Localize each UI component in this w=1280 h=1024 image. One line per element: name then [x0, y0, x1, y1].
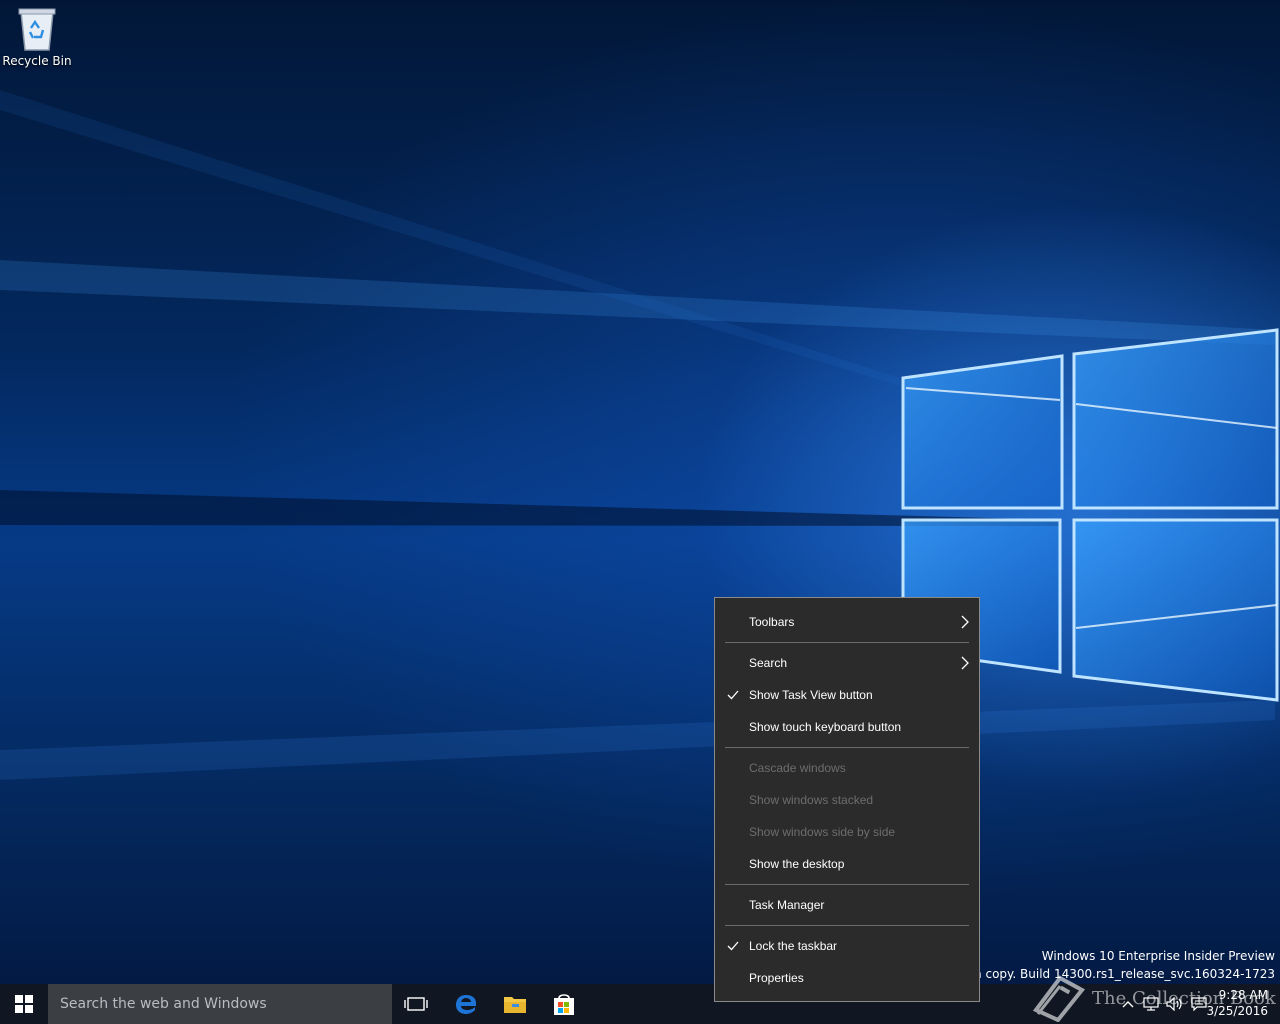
menu-separator — [725, 884, 969, 885]
file-explorer-button[interactable] — [491, 984, 539, 1024]
task-view-button[interactable] — [392, 984, 440, 1024]
task-view-icon — [404, 997, 428, 1011]
menu-item-show-windows-stacked: Show windows stacked — [715, 784, 979, 816]
menu-item-label: Cascade windows — [749, 761, 846, 775]
clock-time: 9:28 AM — [1218, 988, 1268, 1002]
menu-item-show-windows-side-by-side: Show windows side by side — [715, 816, 979, 848]
menu-item-label: Properties — [749, 971, 804, 985]
menu-item-cascade-windows: Cascade windows — [715, 752, 979, 784]
menu-item-task-manager[interactable]: Task Manager — [715, 889, 979, 921]
recycle-bin-icon — [15, 4, 59, 52]
desktop-icon-recycle-bin[interactable]: Recycle Bin — [2, 4, 72, 68]
menu-item-show-task-view-button[interactable]: Show Task View button — [715, 679, 979, 711]
search-input[interactable]: Search the web and Windows — [48, 984, 392, 1024]
menu-separator — [725, 642, 969, 643]
file-explorer-icon — [504, 997, 526, 1013]
edge-button[interactable] — [442, 984, 490, 1024]
show-hidden-icons-button[interactable] — [1118, 984, 1138, 1024]
wallpaper-windows-logo — [0, 90, 1279, 780]
menu-item-show-touch-keyboard-button[interactable]: Show touch keyboard button — [715, 711, 979, 743]
chevron-right-icon — [961, 647, 969, 679]
menu-item-label: Search — [749, 656, 788, 670]
network-icon — [1143, 997, 1159, 1011]
menu-separator — [725, 925, 969, 926]
menu-item-search[interactable]: Search — [715, 647, 979, 679]
menu-item-label: Lock the taskbar — [749, 939, 838, 953]
checkmark-icon — [727, 679, 741, 711]
menu-separator — [725, 747, 969, 748]
menu-item-label: Task Manager — [749, 898, 825, 912]
chevron-up-icon — [1122, 1001, 1134, 1008]
store-button[interactable] — [540, 984, 588, 1024]
store-icon — [554, 994, 574, 1015]
menu-item-lock-the-taskbar[interactable]: Lock the taskbar — [715, 930, 979, 962]
menu-item-toolbars[interactable]: Toolbars — [715, 606, 979, 638]
desktop-icon-label: Recycle Bin — [2, 54, 72, 68]
taskbar-clock[interactable]: 9:28 AM 3/25/2016 — [1206, 987, 1268, 1019]
menu-item-label: Show the desktop — [749, 857, 845, 871]
watermark-edition: Windows 10 Enterprise Insider Preview — [1041, 949, 1275, 963]
windows-logo-icon — [15, 995, 33, 1013]
taskbar[interactable]: Search the web and Windows 9:28 AM 3/25/… — [0, 984, 1280, 1024]
menu-item-label: Show windows side by side — [749, 825, 896, 839]
menu-item-label: Show Task View button — [749, 688, 873, 702]
volume-button[interactable] — [1164, 984, 1186, 1024]
desktop[interactable]: Recycle Bin Windows 10 Enterprise Inside… — [0, 0, 1280, 984]
chevron-right-icon — [961, 606, 969, 638]
menu-item-label: Toolbars — [749, 615, 795, 629]
checkmark-icon — [727, 930, 741, 962]
network-button[interactable] — [1140, 984, 1162, 1024]
action-center-icon — [1191, 997, 1207, 1011]
menu-item-show-the-desktop[interactable]: Show the desktop — [715, 848, 979, 880]
menu-item-label: Show touch keyboard button — [749, 720, 902, 734]
edge-icon — [456, 995, 476, 1014]
volume-icon — [1166, 997, 1182, 1011]
taskbar-context-menu[interactable]: Toolbars Search Show Task View button Sh… — [714, 597, 980, 1002]
menu-item-properties[interactable]: Properties — [715, 962, 979, 994]
clock-date: 3/25/2016 — [1206, 1004, 1268, 1018]
start-button[interactable] — [0, 984, 48, 1024]
menu-item-label: Show windows stacked — [749, 793, 874, 807]
